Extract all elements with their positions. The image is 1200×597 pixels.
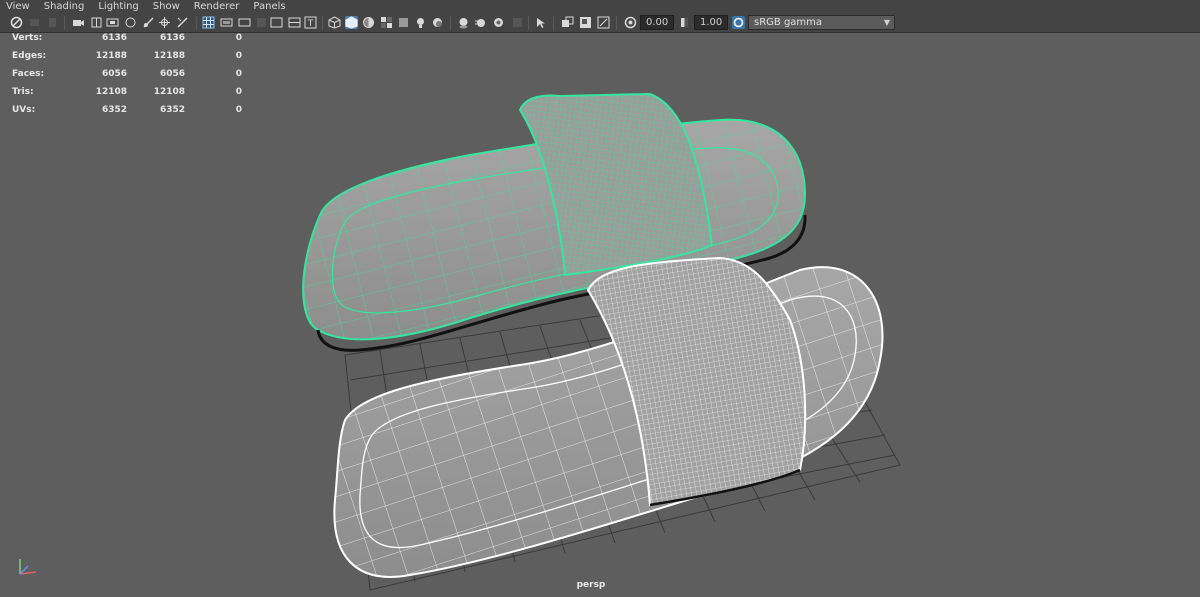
hud-value: 6136: [159, 33, 185, 43]
isolate-select-icon[interactable]: [535, 16, 548, 29]
color-management-icon[interactable]: [732, 16, 745, 29]
hud-row-verts: Verts: 6136 6136 0: [12, 33, 242, 51]
panel-toolbar: T 0.00 1.00 sRGB gamma ▼: [0, 13, 1200, 33]
bookmarks-icon[interactable]: [46, 16, 59, 29]
hud-value: 6136: [101, 33, 127, 43]
shadows-icon[interactable]: [431, 16, 444, 29]
hud-value: 0: [235, 51, 242, 61]
menu-shading[interactable]: Shading: [38, 0, 93, 13]
menu-show[interactable]: Show: [147, 0, 188, 13]
hud-value: 6056: [101, 69, 127, 79]
backface-culling-icon[interactable]: [597, 16, 610, 29]
chevron-down-icon: ▼: [883, 18, 890, 27]
film-gate-icon[interactable]: [106, 16, 119, 29]
resolution-gate-icon[interactable]: [124, 16, 137, 29]
hud-value: 12108: [95, 87, 127, 97]
hud-label: UVs:: [12, 105, 36, 115]
hud-value: 0: [235, 105, 242, 115]
axis-gizmo-icon: [19, 559, 37, 575]
textured-icon[interactable]: [270, 16, 283, 29]
default-material-icon[interactable]: [255, 16, 268, 29]
wireframe-on-shaded-icon[interactable]: [238, 16, 251, 29]
menu-panels[interactable]: Panels: [247, 0, 293, 13]
hud-row-edges: Edges: 12188 12188 0: [12, 51, 242, 69]
text-display-icon[interactable]: T: [304, 16, 317, 29]
menu-renderer[interactable]: Renderer: [188, 0, 248, 13]
light-bulb-icon[interactable]: [414, 16, 427, 29]
hud-row-faces: Faces: 6056 6056 0: [12, 69, 242, 87]
xray-joints-icon[interactable]: [561, 16, 574, 29]
exposure-icon[interactable]: [624, 16, 637, 29]
all-lights-icon[interactable]: [397, 16, 410, 29]
grid-toggle-icon[interactable]: [90, 16, 103, 29]
poly-count-hud: Verts: 6136 6136 0 Edges: 12188 12188 0 …: [12, 33, 242, 123]
menu-view[interactable]: View: [0, 0, 38, 13]
hud-value: 0: [235, 33, 242, 43]
exposure-field[interactable]: 0.00: [640, 15, 674, 30]
hud-label: Edges:: [12, 51, 47, 61]
hud-label: Faces:: [12, 69, 45, 79]
gamma-icon[interactable]: [678, 16, 691, 29]
hud-label: Tris:: [12, 87, 34, 97]
xray-active-icon[interactable]: [579, 16, 592, 29]
svg-text:T: T: [307, 19, 314, 29]
gate-mask-icon[interactable]: [142, 16, 155, 29]
smooth-shade-icon[interactable]: [220, 16, 233, 29]
shaded-cube-icon[interactable]: [345, 16, 358, 29]
screen-space-ao-icon[interactable]: [457, 16, 470, 29]
anti-aliasing-icon[interactable]: [492, 16, 505, 29]
hud-row-uvs: UVs: 6352 6352 0: [12, 105, 242, 123]
hud-value: 6352: [159, 105, 185, 115]
hud-value: 0: [235, 87, 242, 97]
hud-row-tris: Tris: 12108 12108 0: [12, 87, 242, 105]
hud-label: Verts:: [12, 33, 43, 43]
color-space-value: sRGB gamma: [754, 17, 823, 28]
color-space-dropdown[interactable]: sRGB gamma ▼: [748, 15, 895, 30]
hud-value: 0: [235, 69, 242, 79]
hud-value: 12188: [153, 51, 185, 61]
checker-icon[interactable]: [380, 16, 393, 29]
menu-lighting[interactable]: Lighting: [92, 0, 146, 13]
image-plane-icon[interactable]: [72, 16, 85, 29]
lights-icon[interactable]: [288, 16, 301, 29]
gamma-field[interactable]: 1.00: [694, 15, 728, 30]
camera-name-label: persp: [576, 580, 606, 590]
wireframe-grid-icon[interactable]: [202, 16, 215, 29]
hud-value: 6056: [159, 69, 185, 79]
xray-icon[interactable]: [362, 16, 375, 29]
safe-action-icon[interactable]: [176, 16, 189, 29]
hud-value: 6352: [101, 105, 127, 115]
motion-blur-icon[interactable]: [474, 16, 487, 29]
select-camera-icon[interactable]: [10, 16, 23, 29]
panel-menubar: View Shading Lighting Show Renderer Pane…: [0, 0, 1200, 13]
hud-value: 12108: [153, 87, 185, 97]
camera-attributes-icon[interactable]: [28, 16, 41, 29]
field-chart-icon[interactable]: [158, 16, 171, 29]
depth-of-field-icon[interactable]: [511, 16, 524, 29]
wireframe-cube-icon[interactable]: [328, 16, 341, 29]
hud-value: 12188: [95, 51, 127, 61]
